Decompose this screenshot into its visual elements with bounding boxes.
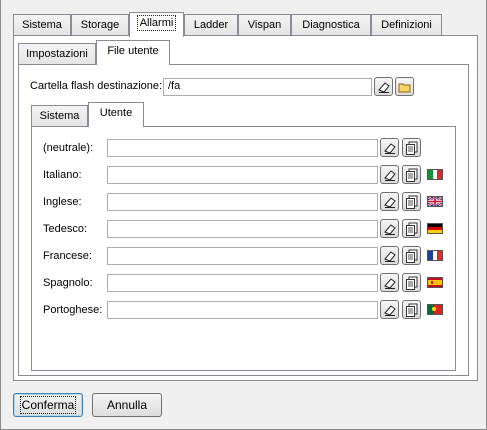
browse-button[interactable] [402, 300, 421, 319]
language-file-input[interactable] [107, 139, 378, 157]
language-label: Portoghese: [43, 304, 103, 316]
language-file-input[interactable] [107, 274, 378, 292]
language-file-input[interactable] [107, 220, 378, 238]
browse-file-icon [406, 303, 418, 317]
tab-storage[interactable]: Storage [71, 14, 129, 36]
clear-button[interactable] [380, 138, 399, 157]
tab-file-utente[interactable]: File utente [96, 40, 170, 65]
language-label: Tedesco: [43, 223, 88, 235]
clear-button[interactable] [380, 273, 399, 292]
language-file-input[interactable] [107, 247, 378, 265]
clear-button[interactable] [380, 246, 399, 265]
france-flag [427, 250, 443, 261]
clear-button[interactable] [380, 219, 399, 238]
uk-flag [427, 196, 443, 207]
language-label: Inglese: [43, 196, 82, 208]
browse-file-icon [406, 249, 418, 263]
dest-folder-input[interactable]: /fa [163, 78, 372, 96]
italy-flag [427, 169, 443, 180]
browse-button[interactable] [402, 138, 421, 157]
spain-flag [427, 277, 443, 288]
dest-folder-clear-button[interactable] [374, 77, 393, 96]
browse-button[interactable] [402, 273, 421, 292]
eraser-icon [384, 305, 396, 316]
language-label: Francese: [43, 250, 92, 262]
tab-impostazioni[interactable]: Impostazioni [18, 43, 96, 65]
browse-button[interactable] [402, 246, 421, 265]
browse-button[interactable] [402, 165, 421, 184]
eraser-icon [384, 278, 396, 289]
language-label: Italiano: [43, 169, 82, 181]
clear-button[interactable] [380, 300, 399, 319]
tab-inner-utente[interactable]: Utente [88, 102, 144, 127]
eraser-icon [384, 170, 396, 181]
eraser-icon [384, 224, 396, 235]
cancel-button[interactable]: Annulla [92, 393, 162, 417]
eraser-icon [378, 82, 390, 93]
clear-button[interactable] [380, 192, 399, 211]
tab-definizioni[interactable]: Definizioni [371, 14, 442, 36]
germany-flag [427, 223, 443, 234]
tab-sistema[interactable]: Sistema [13, 14, 71, 36]
browse-button[interactable] [402, 192, 421, 211]
clear-button[interactable] [380, 165, 399, 184]
folder-icon [398, 83, 411, 93]
eraser-icon [384, 197, 396, 208]
dest-folder-label: Cartella flash destinazione: [30, 80, 163, 92]
eraser-icon [384, 251, 396, 262]
language-file-input[interactable] [107, 301, 378, 319]
browse-file-icon [406, 276, 418, 290]
portugal-flag [427, 304, 443, 315]
browse-file-icon [406, 168, 418, 182]
language-label: (neutrale): [43, 142, 94, 154]
tab-allarmi[interactable]: Allarmi [129, 12, 184, 37]
browse-file-icon [406, 195, 418, 209]
dest-folder-browse-button[interactable] [395, 77, 414, 96]
tab-diagnostica[interactable]: Diagnostica [291, 14, 371, 36]
browse-file-icon [406, 222, 418, 236]
tab-ladder[interactable]: Ladder [184, 14, 238, 36]
language-file-input[interactable] [107, 193, 378, 211]
language-file-input[interactable] [107, 166, 378, 184]
browse-button[interactable] [402, 219, 421, 238]
tab-vispan[interactable]: Vispan [238, 14, 291, 36]
confirm-button[interactable]: Conferma [13, 393, 83, 417]
tab-inner-sistema[interactable]: Sistema [31, 105, 88, 127]
eraser-icon [384, 143, 396, 154]
browse-file-icon [406, 141, 418, 155]
language-label: Spagnolo: [43, 277, 93, 289]
